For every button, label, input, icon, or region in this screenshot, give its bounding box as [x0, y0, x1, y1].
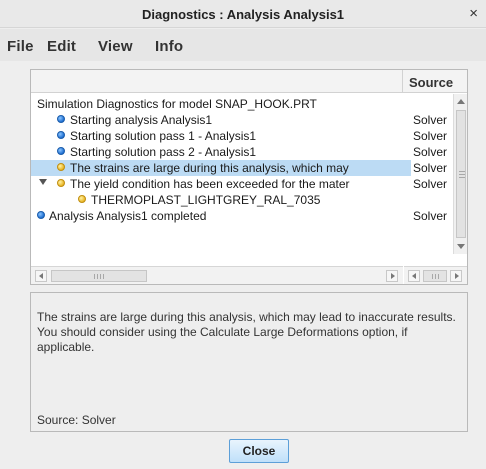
list-item[interactable]: THERMOPLAST_LIGHTGREY_RAL_7035	[31, 192, 453, 208]
list-rows: Simulation Diagnostics for model SNAP_HO…	[31, 94, 453, 254]
list-item-message: Starting solution pass 2 - Analysis1	[70, 145, 257, 159]
menu-bar: File Edit View Info	[0, 29, 486, 61]
expand-arrow-icon[interactable]	[39, 179, 47, 185]
info-dot-icon	[37, 211, 45, 219]
warning-dot-icon	[78, 195, 86, 203]
list-item-source: Solver	[413, 129, 448, 143]
vertical-scrollbar[interactable]	[453, 94, 467, 254]
scroll-left-icon	[412, 273, 416, 279]
info-dot-icon	[57, 131, 65, 139]
list-item-message: Simulation Diagnostics for model SNAP_HO…	[37, 97, 317, 111]
list-item-message: THERMOPLAST_LIGHTGREY_RAL_7035	[91, 193, 321, 207]
menu-edit[interactable]: Edit	[47, 38, 76, 55]
scroll-right-icon	[455, 273, 459, 279]
scroll-left-button[interactable]	[408, 270, 420, 282]
column-divider[interactable]	[402, 70, 403, 93]
grip-line	[100, 274, 101, 279]
info-dot-icon	[57, 115, 65, 123]
list-item-message: The strains are large during this analys…	[70, 161, 349, 175]
details-source: Source: Solver	[37, 413, 116, 427]
grip-line	[435, 274, 436, 279]
menu-info[interactable]: Info	[155, 38, 183, 55]
window-title: Diagnostics : Analysis Analysis1	[141, 7, 345, 22]
horizontal-scrollbar-messages[interactable]	[31, 266, 403, 284]
list-item[interactable]: Starting analysis Analysis1 Solver	[31, 112, 453, 128]
grip-line	[103, 274, 104, 279]
menu-file[interactable]: File	[7, 38, 34, 55]
list-item-source: Solver	[413, 161, 448, 175]
window-close-icon[interactable]: ×	[469, 5, 478, 22]
scroll-right-button[interactable]	[386, 270, 398, 282]
list-item[interactable]: Starting solution pass 2 - Analysis1 Sol…	[31, 144, 453, 160]
column-header-source[interactable]: Source	[409, 75, 453, 90]
list-item[interactable]: The yield condition has been exceeded fo…	[31, 176, 453, 192]
list-item-source: Solver	[413, 177, 448, 191]
list-header: Source	[31, 70, 467, 93]
details-panel: The strains are large during this analys…	[30, 292, 468, 432]
scroll-left-button[interactable]	[35, 270, 47, 282]
warning-dot-icon	[57, 179, 65, 187]
diagnostics-window: Diagnostics : Analysis Analysis1 × File …	[0, 0, 486, 469]
horizontal-scroll-thumb[interactable]	[423, 270, 447, 282]
scroll-left-icon	[39, 273, 43, 279]
details-message: The strains are large during this analys…	[37, 310, 456, 354]
list-item-message: Analysis Analysis1 completed	[49, 209, 207, 223]
grip-line	[459, 171, 465, 172]
list-item-message: Starting solution pass 1 - Analysis1	[70, 129, 257, 143]
grip-line	[94, 274, 95, 279]
close-button[interactable]: Close	[229, 439, 289, 463]
scroll-right-button[interactable]	[450, 270, 462, 282]
diagnostics-list[interactable]: Source Simulation Diagnostics for model …	[30, 69, 468, 285]
vertical-scroll-thumb[interactable]	[456, 110, 466, 238]
warning-dot-icon	[57, 163, 65, 171]
title-bar: Diagnostics : Analysis Analysis1 ×	[0, 0, 486, 28]
scroll-right-icon	[391, 273, 395, 279]
list-item-source: Solver	[413, 145, 448, 159]
horizontal-scroll-thumb[interactable]	[51, 270, 147, 282]
list-item-source: Solver	[413, 113, 448, 127]
grip-line	[438, 274, 439, 279]
horizontal-scrollbar-source[interactable]	[404, 266, 467, 284]
grip-line	[97, 274, 98, 279]
list-item[interactable]: Analysis Analysis1 completed Solver	[31, 208, 453, 224]
list-item[interactable]: Starting solution pass 1 - Analysis1 Sol…	[31, 128, 453, 144]
grip-line	[459, 174, 465, 175]
grip-line	[432, 274, 433, 279]
list-item-message: The yield condition has been exceeded fo…	[70, 177, 350, 191]
info-dot-icon	[57, 147, 65, 155]
scroll-up-icon[interactable]	[457, 99, 465, 104]
scroll-down-icon[interactable]	[457, 244, 465, 249]
list-item-selected[interactable]: The strains are large during this analys…	[31, 160, 453, 176]
list-item[interactable]: Simulation Diagnostics for model SNAP_HO…	[31, 96, 453, 112]
menu-view[interactable]: View	[98, 38, 133, 55]
grip-line	[459, 177, 465, 178]
list-item-source: Solver	[413, 209, 448, 223]
list-item-message: Starting analysis Analysis1	[70, 113, 213, 127]
